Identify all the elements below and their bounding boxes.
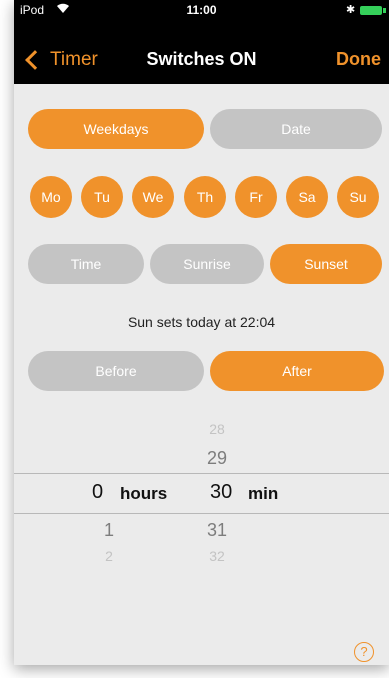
- tab-before[interactable]: Before: [28, 351, 204, 391]
- day-sunday[interactable]: Su: [337, 176, 379, 218]
- tab-after[interactable]: After: [210, 351, 384, 391]
- day-thursday[interactable]: Th: [184, 176, 226, 218]
- picker-selection-top-line: [14, 473, 389, 474]
- minutes-option-below-2[interactable]: 32: [202, 548, 232, 564]
- status-bar: iPod 11:00 ✱: [14, 0, 389, 20]
- tab-date[interactable]: Date: [210, 109, 382, 149]
- hours-option-below-1[interactable]: 1: [99, 520, 119, 541]
- sunset-info-text: Sun sets today at 22:04: [127, 314, 276, 330]
- page-title: Switches ON: [146, 49, 257, 69]
- day-monday[interactable]: Mo: [30, 176, 72, 218]
- tab-sunset[interactable]: Sunset: [270, 244, 382, 284]
- status-time: 11:00: [186, 3, 217, 17]
- day-wednesday[interactable]: We: [132, 176, 174, 218]
- hours-selected-value[interactable]: 0: [92, 481, 103, 504]
- battery-icon: [360, 6, 382, 15]
- phone-screen: iPod 11:00 ✱ Timer Switches ON Done Week…: [14, 0, 389, 665]
- picker-selection-bottom-line: [14, 513, 389, 514]
- minutes-selected-value[interactable]: 30: [210, 481, 232, 504]
- tab-time[interactable]: Time: [28, 244, 144, 284]
- tab-weekdays[interactable]: Weekdays: [28, 109, 204, 149]
- day-tuesday[interactable]: Tu: [81, 176, 123, 218]
- day-friday[interactable]: Fr: [235, 176, 277, 218]
- tab-sunrise[interactable]: Sunrise: [150, 244, 264, 284]
- hours-option-below-2[interactable]: 2: [99, 548, 119, 564]
- minutes-option-above-2[interactable]: 28: [202, 421, 232, 437]
- day-saturday[interactable]: Sa: [286, 176, 328, 218]
- minutes-option-below-1[interactable]: 31: [202, 520, 232, 541]
- navigation-bar: Timer Switches ON Done: [14, 20, 389, 84]
- duration-picker[interactable]: 28 29 0 hours 30 min 1 31 2 32: [14, 410, 389, 580]
- hours-unit-label: hours: [120, 484, 168, 503]
- help-icon[interactable]: ?: [354, 642, 374, 662]
- battery-tip: [383, 8, 386, 13]
- bluetooth-icon: ✱: [346, 4, 356, 16]
- done-button[interactable]: Done: [336, 49, 381, 70]
- minutes-unit-label: min: [248, 484, 279, 503]
- minutes-option-above-1[interactable]: 29: [202, 448, 232, 469]
